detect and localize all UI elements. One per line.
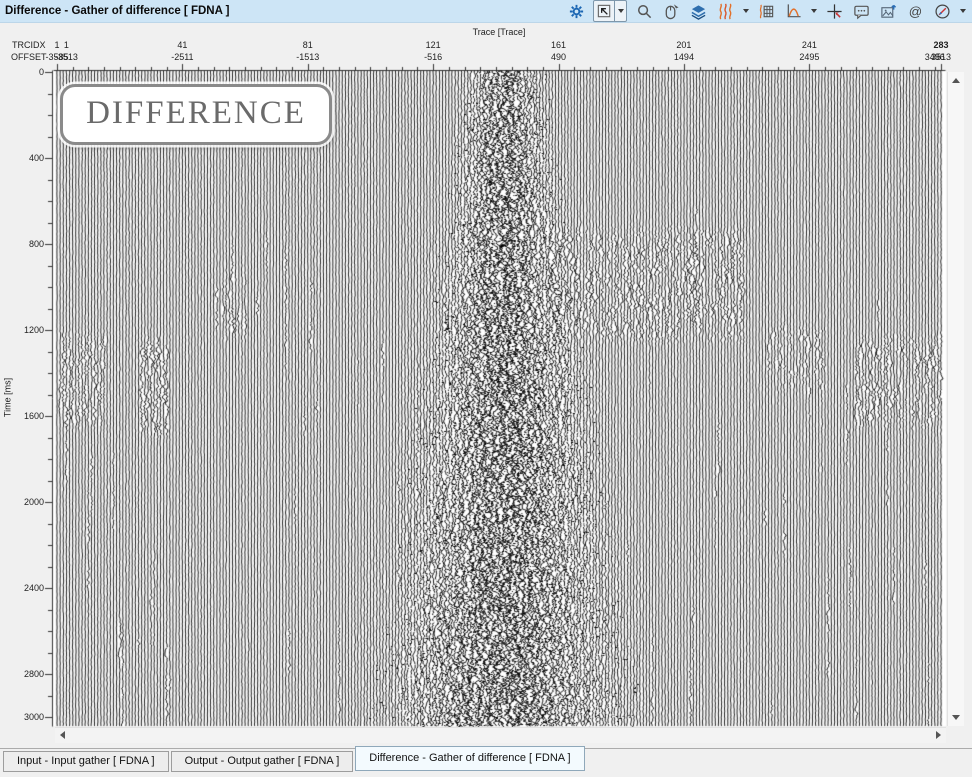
- tab-difference-gather[interactable]: Difference - Gather of difference [ FDNA…: [355, 746, 584, 771]
- trace-table-icon[interactable]: [756, 1, 776, 21]
- mouse-pan-icon[interactable]: [661, 1, 681, 21]
- scroll-down-arrow-icon[interactable]: [952, 715, 960, 720]
- horizontal-scrollbar[interactable]: [55, 727, 946, 743]
- tab-bar: Input - Input gather [ FDNA ] Output - O…: [0, 748, 972, 777]
- wiggle-display-mode-icon[interactable]: [715, 1, 735, 21]
- header-row-label-trcidx: TRCIDX: [12, 40, 46, 50]
- header-row-label-offset: OFFSET: [11, 52, 47, 62]
- trace-axis-title: Trace [Trace]: [57, 27, 941, 37]
- dropdown-arrow-icon[interactable]: [960, 9, 966, 13]
- export-image-icon[interactable]: [878, 1, 898, 21]
- scroll-right-arrow-icon[interactable]: [936, 731, 941, 739]
- amplitude-histogram-icon[interactable]: [783, 1, 803, 21]
- scroll-left-arrow-icon[interactable]: [60, 731, 65, 739]
- time-axis-title: Time [ms]: [3, 368, 14, 428]
- zoom-select-mode-icon-group[interactable]: [593, 0, 627, 22]
- difference-label-overlay: DIFFERENCE: [60, 84, 332, 145]
- layers-icon[interactable]: [688, 1, 708, 21]
- dropdown-arrow-icon[interactable]: [811, 9, 817, 13]
- crosshair-pick-icon[interactable]: [824, 1, 844, 21]
- scroll-up-arrow-icon[interactable]: [952, 78, 960, 83]
- tab-input-gather[interactable]: Input - Input gather [ FDNA ]: [3, 751, 169, 772]
- compass-navigation-icon[interactable]: [932, 1, 952, 21]
- vertical-scrollbar[interactable]: [947, 72, 964, 726]
- toolbar: @: [566, 0, 966, 22]
- app-window: Difference - Gather of difference [ FDNA…: [0, 0, 972, 777]
- dropdown-arrow-icon[interactable]: [618, 9, 624, 13]
- zoom-select-mode-icon[interactable]: [594, 1, 614, 21]
- annotation-comment-icon[interactable]: [851, 1, 871, 21]
- tab-output-gather[interactable]: Output - Output gather [ FDNA ]: [171, 751, 354, 772]
- settings-gear-icon[interactable]: [566, 1, 586, 21]
- magnifier-zoom-icon[interactable]: [634, 1, 654, 21]
- dropdown-arrow-icon[interactable]: [743, 9, 749, 13]
- svg-text:@: @: [908, 3, 921, 18]
- locate-at-icon[interactable]: @: [905, 1, 925, 21]
- window-title: Difference - Gather of difference [ FDNA…: [0, 5, 230, 17]
- title-bar: Difference - Gather of difference [ FDNA…: [0, 0, 972, 23]
